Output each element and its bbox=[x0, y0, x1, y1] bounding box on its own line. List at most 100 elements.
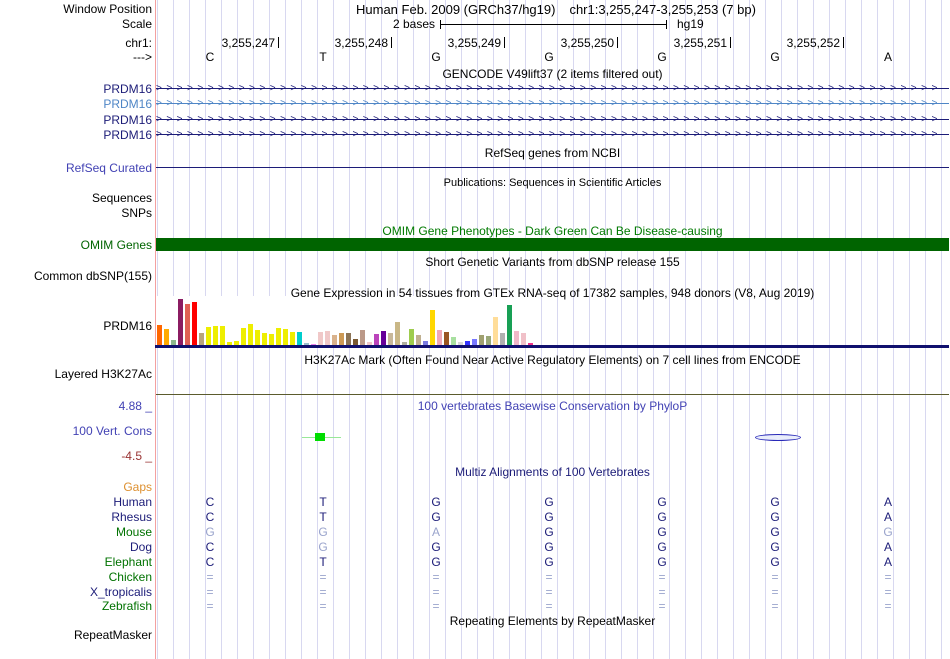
gtex-bar[interactable] bbox=[241, 328, 246, 345]
gtex-bar[interactable] bbox=[479, 335, 484, 345]
align-base: G bbox=[657, 555, 667, 569]
gtex-bar[interactable] bbox=[304, 343, 309, 345]
gtex-bar[interactable] bbox=[451, 337, 456, 345]
gtex-bar[interactable] bbox=[486, 336, 491, 345]
sidebar-item-refseq-curated[interactable]: RefSeq Curated bbox=[0, 161, 152, 175]
align-base: G bbox=[544, 510, 554, 524]
align-base: = bbox=[658, 570, 666, 584]
gtex-bar[interactable] bbox=[157, 325, 162, 345]
omim-track-title: OMIM Gene Phenotypes - Dark Green Can Be… bbox=[382, 224, 723, 238]
align-base: C bbox=[205, 510, 215, 524]
sidebar-item-100-vert-cons[interactable]: 100 Vert. Cons bbox=[0, 424, 152, 438]
species-label[interactable]: Rhesus bbox=[0, 510, 152, 524]
gtex-bar[interactable] bbox=[234, 341, 239, 345]
gtex-bar[interactable] bbox=[388, 333, 393, 345]
gtex-bar[interactable] bbox=[402, 342, 407, 345]
sidebar-item-repeatmasker[interactable]: RepeatMasker bbox=[0, 628, 152, 642]
gtex-bar[interactable] bbox=[185, 304, 190, 345]
gencode-gene-label[interactable]: PRDM16 bbox=[0, 82, 152, 96]
species-label[interactable]: X_tropicalis bbox=[0, 585, 152, 599]
gtex-bar[interactable] bbox=[213, 326, 218, 345]
sidebar-item-gtex-gene[interactable]: PRDM16 bbox=[0, 319, 152, 333]
omim-genes-bar[interactable] bbox=[156, 238, 949, 251]
gtex-bar[interactable] bbox=[164, 329, 169, 345]
gtex-bar[interactable] bbox=[276, 328, 281, 345]
gencode-gene-label[interactable]: PRDM16 bbox=[0, 113, 152, 127]
refseq-curated-gene-line[interactable] bbox=[156, 167, 949, 168]
gencode-gene-label[interactable]: PRDM16 bbox=[0, 97, 152, 111]
gtex-bar[interactable] bbox=[416, 335, 421, 345]
gtex-bar[interactable] bbox=[430, 310, 435, 345]
align-base: = bbox=[432, 585, 440, 599]
conservation-min-value: -4.5 _ bbox=[121, 449, 152, 463]
gtex-bar[interactable] bbox=[507, 305, 512, 345]
align-base: A bbox=[883, 555, 892, 569]
gtex-bar[interactable] bbox=[325, 331, 330, 345]
ruler-tick-label: 3,255,249 bbox=[447, 36, 501, 50]
species-label[interactable]: Zebrafish bbox=[0, 599, 152, 613]
gtex-bar[interactable] bbox=[409, 329, 414, 345]
gtex-bar[interactable] bbox=[493, 317, 498, 345]
gtex-bar[interactable] bbox=[297, 332, 302, 345]
gtex-bar[interactable] bbox=[458, 342, 463, 345]
gencode-gene-label[interactable]: PRDM16 bbox=[0, 128, 152, 142]
species-label[interactable]: Chicken bbox=[0, 570, 152, 584]
gtex-bar[interactable] bbox=[381, 331, 386, 345]
sidebar-item-omim-genes[interactable]: OMIM Genes bbox=[0, 238, 152, 252]
gtex-bar[interactable] bbox=[346, 333, 351, 345]
gtex-bar[interactable] bbox=[311, 344, 316, 345]
gtex-bar[interactable] bbox=[514, 331, 519, 345]
gtex-bar[interactable] bbox=[220, 326, 225, 345]
gencode-gene-row[interactable]: >>>>>>>>>>>>>>>>>>>>>>>>>>>>>>>>>>>>>>>>… bbox=[156, 113, 949, 126]
gtex-bar[interactable] bbox=[192, 302, 197, 345]
gtex-bar[interactable] bbox=[269, 334, 274, 345]
gtex-bar[interactable] bbox=[178, 299, 183, 345]
header-title: Human Feb. 2009 (GRCh37/hg19) chr1:3,255,… bbox=[356, 2, 770, 17]
gencode-gene-row[interactable]: >>>>>>>>>>>>>>>>>>>>>>>>>>>>>>>>>>>>>>>>… bbox=[156, 97, 949, 110]
gencode-gene-row[interactable]: >>>>>>>>>>>>>>>>>>>>>>>>>>>>>>>>>>>>>>>>… bbox=[156, 82, 949, 95]
align-base: = bbox=[432, 570, 440, 584]
align-base: = bbox=[658, 585, 666, 599]
gtex-bar[interactable] bbox=[332, 335, 337, 345]
align-base: = bbox=[319, 599, 327, 613]
gtex-bar[interactable] bbox=[374, 334, 379, 345]
species-label[interactable]: Elephant bbox=[0, 555, 152, 569]
gtex-bar[interactable] bbox=[206, 327, 211, 345]
gtex-bar[interactable] bbox=[472, 339, 477, 345]
sidebar-item-common-dbsnp[interactable]: Common dbSNP(155) bbox=[0, 269, 152, 283]
gtex-bar[interactable] bbox=[528, 343, 533, 345]
gtex-bar[interactable] bbox=[423, 341, 428, 345]
gtex-bar[interactable] bbox=[500, 333, 505, 345]
conservation-negative-lens[interactable] bbox=[755, 434, 801, 441]
gtex-bar[interactable] bbox=[199, 333, 204, 345]
gtex-bar[interactable] bbox=[262, 333, 267, 345]
gtex-bar[interactable] bbox=[248, 324, 253, 345]
align-base: = bbox=[884, 585, 892, 599]
gtex-bar[interactable] bbox=[290, 332, 295, 345]
gencode-gene-row[interactable]: >>>>>>>>>>>>>>>>>>>>>>>>>>>>>>>>>>>>>>>>… bbox=[156, 128, 949, 141]
conservation-positive-marker[interactable] bbox=[315, 433, 325, 441]
gtex-bar[interactable] bbox=[227, 342, 232, 345]
gtex-bar[interactable] bbox=[395, 322, 400, 345]
gtex-bar[interactable] bbox=[255, 330, 260, 345]
gtex-bar[interactable] bbox=[367, 342, 372, 345]
sidebar-item-gaps[interactable]: Gaps bbox=[0, 480, 152, 494]
gtex-bar[interactable] bbox=[318, 332, 323, 345]
gtex-bar[interactable] bbox=[444, 332, 449, 345]
gtex-bar[interactable] bbox=[283, 329, 288, 345]
gtex-bar[interactable] bbox=[360, 330, 365, 345]
base-letter: G bbox=[544, 50, 554, 64]
gtex-bar[interactable] bbox=[171, 340, 176, 345]
species-label[interactable]: Dog bbox=[0, 540, 152, 554]
sidebar-item-sequences[interactable]: Sequences bbox=[0, 191, 152, 205]
species-label[interactable]: Human bbox=[0, 495, 152, 509]
gtex-bar[interactable] bbox=[521, 333, 526, 345]
gtex-bar[interactable] bbox=[465, 341, 470, 345]
species-label[interactable]: Mouse bbox=[0, 525, 152, 539]
sidebar-item-snps[interactable]: SNPs bbox=[0, 206, 152, 220]
sidebar-item-layered-h3k27ac[interactable]: Layered H3K27Ac bbox=[0, 367, 152, 381]
align-base: G bbox=[770, 495, 780, 509]
gtex-bar[interactable] bbox=[353, 339, 358, 345]
gtex-bar[interactable] bbox=[339, 333, 344, 345]
gtex-bar[interactable] bbox=[437, 330, 442, 345]
